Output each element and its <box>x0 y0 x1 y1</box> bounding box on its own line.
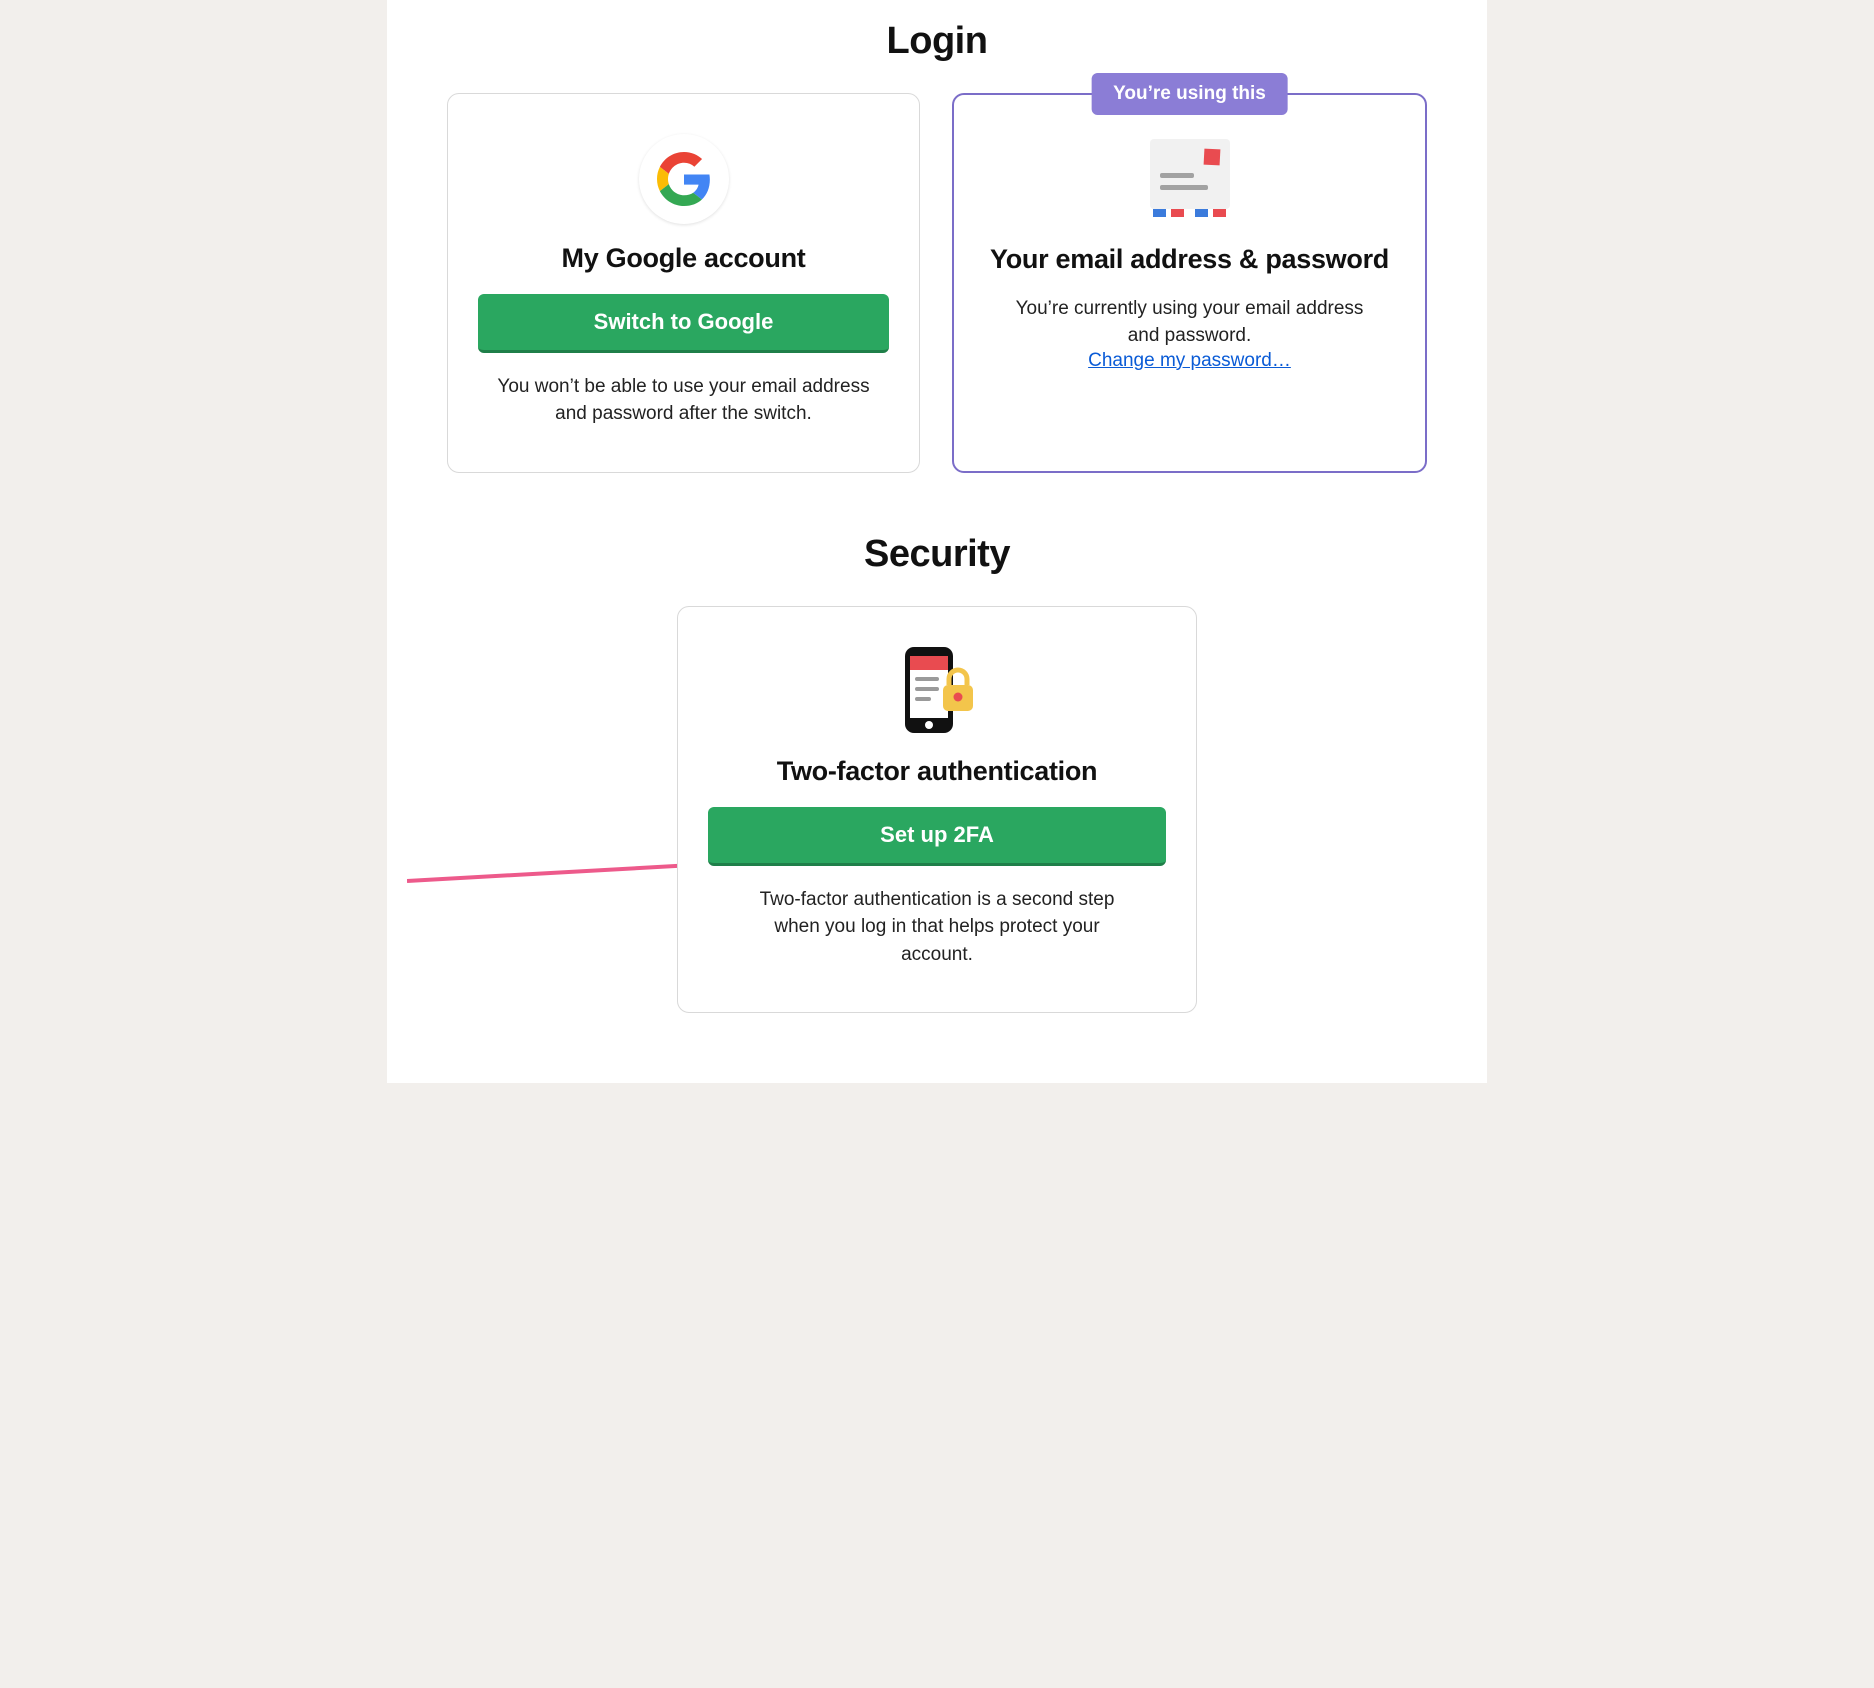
two-factor-icon <box>897 647 977 737</box>
change-password-link[interactable]: Change my password… <box>1088 350 1291 372</box>
active-method-badge: You’re using this <box>1091 73 1288 115</box>
security-section-title: Security <box>447 473 1427 606</box>
two-factor-card-title: Two-factor authentication <box>777 755 1098 789</box>
setup-2fa-button[interactable]: Set up 2FA <box>708 807 1166 866</box>
email-card-description: You’re currently using your email addres… <box>1000 295 1380 350</box>
two-factor-card: Two-factor authentication Set up 2FA Two… <box>677 606 1197 1013</box>
login-card-row: My Google account Switch to Google You w… <box>447 93 1427 473</box>
google-logo-icon <box>639 134 729 224</box>
google-card-title: My Google account <box>562 242 806 276</box>
google-login-card: My Google account Switch to Google You w… <box>447 93 920 473</box>
email-card-title: Your email address & password <box>990 243 1389 277</box>
settings-page: Login My Google account Switch to Google… <box>387 0 1487 1083</box>
switch-to-google-button[interactable]: Switch to Google <box>478 294 889 353</box>
two-factor-card-description: Two-factor authentication is a second st… <box>747 886 1127 969</box>
security-card-row: Two-factor authentication Set up 2FA Two… <box>447 606 1427 1013</box>
google-card-description: You won’t be able to use your email addr… <box>494 373 874 428</box>
email-login-card: You’re using this Your email address & p… <box>952 93 1427 473</box>
email-icon <box>1140 135 1240 225</box>
